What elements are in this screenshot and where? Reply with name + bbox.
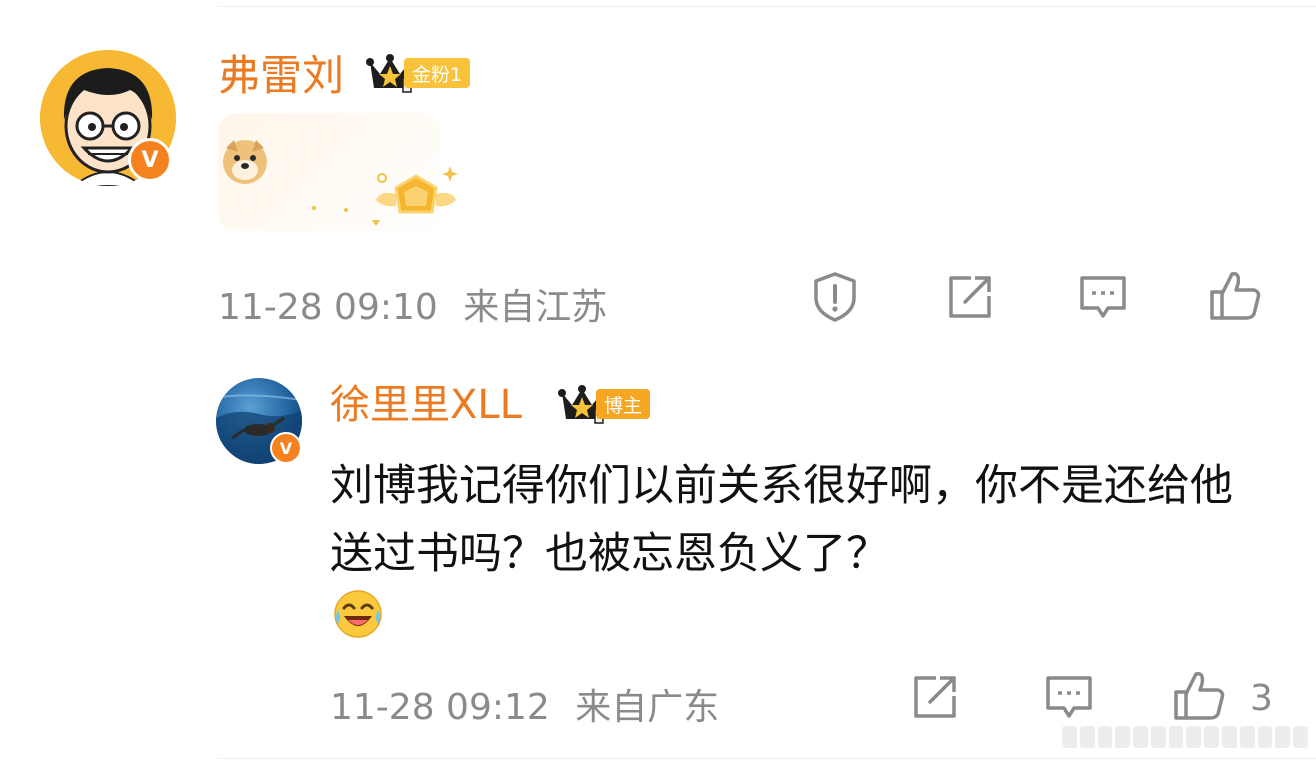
blogger-label: 博主 <box>596 389 651 419</box>
reply-location: 来自广东 <box>575 687 720 728</box>
report-icon[interactable] <box>808 270 862 324</box>
comment-thread: V 弗雷刘 金粉1 11-28 09:10 来自江苏 V 徐里里XLL 博主 刘… <box>0 0 1316 765</box>
reply-timestamp: 11-28 09:12 <box>330 687 550 728</box>
share-icon[interactable] <box>943 270 997 324</box>
share-icon[interactable] <box>908 670 962 724</box>
comment-timestamp: 11-28 09:10 <box>218 287 438 328</box>
blogger-badge[interactable]: 博主 <box>558 383 651 425</box>
divider <box>218 6 1316 7</box>
reply-meta: 11-28 09:12 来自广东 <box>330 678 719 730</box>
comment-location: 来自江苏 <box>463 287 608 328</box>
watermark <box>1062 724 1308 750</box>
comment-meta: 11-28 09:10 来自江苏 <box>218 278 607 330</box>
laughing-tears-emoji-icon <box>334 590 382 638</box>
comment-username[interactable]: 弗雷刘 <box>218 50 344 102</box>
reply-username[interactable]: 徐里里XLL <box>330 380 522 430</box>
like-icon[interactable] <box>1172 668 1226 722</box>
reply-text: 刘博我记得你们以前关系很好啊，你不是还给他送过书吗？也被忘恩负义了？ <box>330 461 1233 579</box>
like-icon[interactable] <box>1208 268 1262 322</box>
verified-badge-icon: V <box>270 432 302 464</box>
comment-icon[interactable] <box>1076 270 1130 324</box>
divider <box>218 758 1316 759</box>
avatar[interactable]: V <box>40 50 176 186</box>
verified-badge-icon: V <box>128 138 172 182</box>
comment-icon[interactable] <box>1042 670 1096 724</box>
fan-level-label: 金粉1 <box>404 58 471 88</box>
medal-sticker-icon <box>312 166 458 226</box>
fan-badge[interactable]: 金粉1 <box>366 52 471 94</box>
reply-avatar[interactable]: V <box>216 378 302 464</box>
like-count: 3 <box>1250 678 1273 719</box>
doge-emoji-icon <box>223 140 267 184</box>
